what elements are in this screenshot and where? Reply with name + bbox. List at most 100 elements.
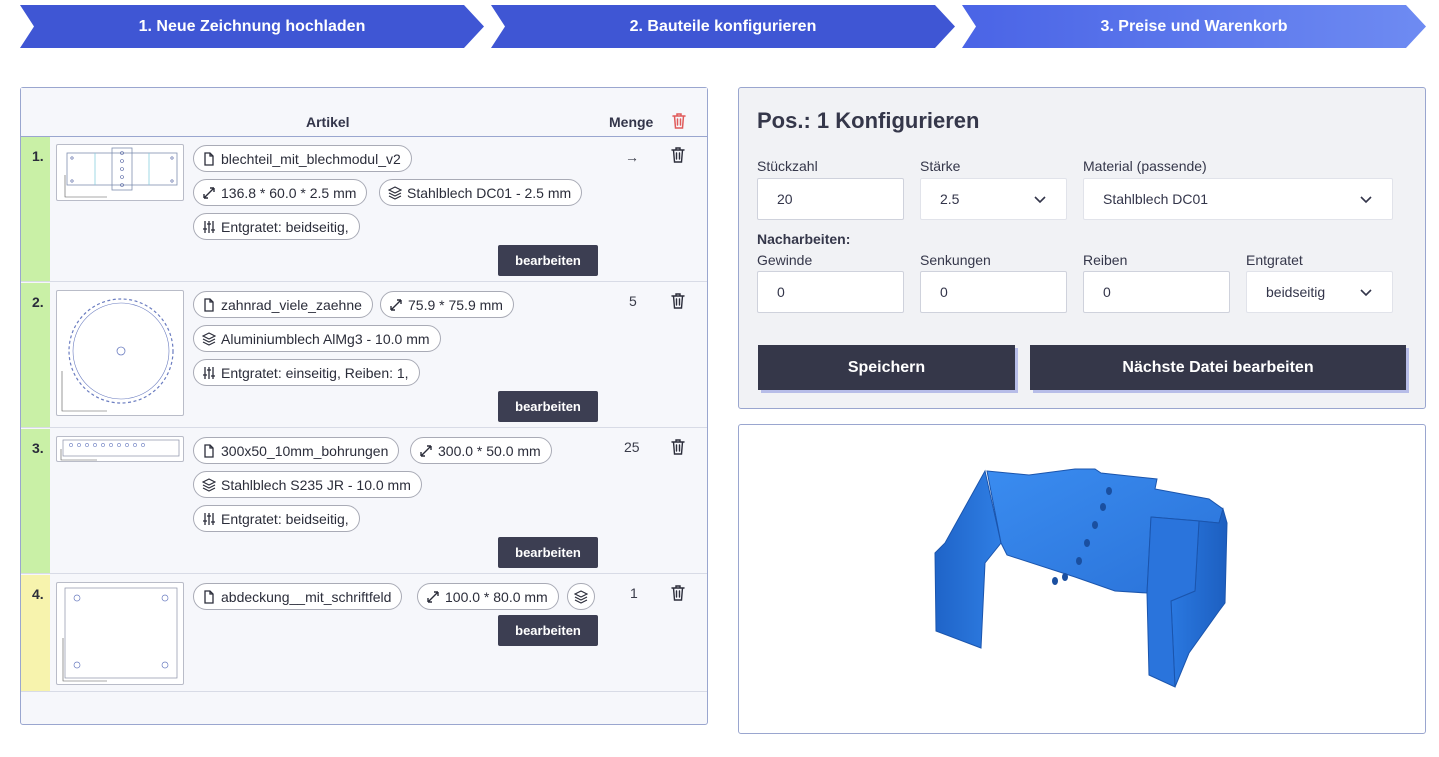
step-3-label: 3. Preise und Warenkorb bbox=[1100, 17, 1288, 35]
configuration-panel: Pos.: 1 Konfigurieren Stückzahl 20 Stärk… bbox=[738, 87, 1426, 409]
dimensions-chip: 75.9 * 75.9 mm bbox=[380, 291, 514, 318]
material-chip: Aluminiumblech AlMg3 - 10.0 mm bbox=[193, 325, 441, 352]
step-2[interactable]: 2. Bauteile konfigurieren bbox=[491, 5, 955, 48]
file-name-chip: 300x50_10mm_bohrungen bbox=[193, 437, 400, 464]
file-name: zahnrad_viele_zaehne bbox=[221, 296, 362, 313]
quantity: 5 bbox=[629, 293, 637, 309]
step-2-label: 2. Bauteile konfigurieren bbox=[629, 17, 817, 35]
step-3[interactable]: 3. Preise und Warenkorb bbox=[962, 5, 1426, 48]
config-title: Pos.: 1 Konfigurieren bbox=[757, 108, 980, 133]
step-1-label: 1. Neue Zeichnung hochladen bbox=[138, 17, 366, 35]
header-artikel: Artikel bbox=[306, 114, 350, 130]
reiben-input[interactable]: 0 bbox=[1083, 271, 1230, 313]
edit-button[interactable]: bearbeiten bbox=[498, 615, 598, 646]
reiben-label: Reiben bbox=[1083, 252, 1128, 268]
staerke-label: Stärke bbox=[920, 158, 961, 174]
post-processing: Entgratet: einseitig, Reiben: 1, bbox=[221, 364, 409, 381]
senkungen-input[interactable]: 0 bbox=[920, 271, 1067, 313]
drawing-preview bbox=[60, 439, 180, 461]
edit-button[interactable]: bearbeiten bbox=[498, 537, 598, 568]
next-file-button[interactable]: Nächste Datei bearbeiten bbox=[1030, 345, 1406, 390]
file-name: blechteil_mit_blechmodul_v2 bbox=[221, 150, 401, 167]
trash-icon[interactable] bbox=[671, 147, 685, 163]
staerke-select[interactable]: 2.5 bbox=[920, 178, 1067, 220]
quantity: 1 bbox=[630, 585, 638, 601]
resize-arrows-icon bbox=[420, 444, 432, 457]
material-label: Material (passende) bbox=[1083, 158, 1207, 174]
dimensions: 300.0 * 50.0 mm bbox=[438, 442, 541, 459]
drawing-preview bbox=[61, 298, 174, 412]
trash-icon[interactable] bbox=[671, 585, 685, 601]
table-row: 1. blechteil_mit_blechmodul_v2 136.8 * 6… bbox=[21, 137, 707, 282]
drawing-thumbnail[interactable] bbox=[56, 290, 184, 416]
sliders-icon bbox=[203, 366, 215, 379]
quantity: 25 bbox=[624, 439, 640, 455]
file-name: abdeckung__mit_schriftfeld bbox=[221, 588, 392, 605]
material-chip: Stahlblech DC01 - 2.5 mm bbox=[379, 179, 583, 206]
drawing-preview bbox=[62, 587, 178, 682]
material: Stahlblech DC01 - 2.5 mm bbox=[407, 184, 572, 201]
3d-viewer[interactable] bbox=[738, 424, 1426, 734]
step-1[interactable]: 1. Neue Zeichnung hochladen bbox=[20, 5, 484, 48]
header-menge: Menge bbox=[609, 114, 654, 130]
layers-icon bbox=[388, 185, 402, 200]
senkungen-label: Senkungen bbox=[920, 252, 991, 268]
dimensions-chip: 136.8 * 60.0 * 2.5 mm bbox=[193, 179, 368, 206]
resize-arrows-icon bbox=[203, 186, 215, 199]
chevron-down-icon bbox=[1360, 196, 1372, 204]
chevron-down-icon bbox=[1360, 289, 1372, 297]
edit-button[interactable]: bearbeiten bbox=[498, 245, 598, 276]
3d-part-model bbox=[934, 468, 1228, 688]
nacharbeiten-label: Nacharbeiten: bbox=[757, 231, 851, 247]
table-row: 2. zahnrad_viele_zaehne 75.9 * 75.9 mm A… bbox=[21, 283, 707, 428]
arrow-right-icon[interactable]: → bbox=[625, 149, 639, 165]
post-processing: Entgratet: beidseitig, bbox=[221, 510, 349, 527]
entgratet-value: beidseitig bbox=[1266, 284, 1326, 300]
entgratet-select[interactable]: beidseitig bbox=[1246, 271, 1393, 313]
staerke-value: 2.5 bbox=[940, 191, 960, 207]
material-select[interactable]: Stahlblech DC01 bbox=[1083, 178, 1393, 220]
delete-all-trash-icon[interactable] bbox=[671, 112, 687, 130]
file-icon bbox=[204, 443, 214, 458]
table-row: 3. 300x50_10mm_bohrungen 300.0 * 50.0 mm… bbox=[21, 429, 707, 574]
dimensions-chip: 100.0 * 80.0 mm bbox=[417, 583, 559, 610]
file-icon bbox=[204, 151, 214, 166]
edit-button[interactable]: bearbeiten bbox=[498, 391, 598, 422]
material: Stahlblech S235 JR - 10.0 mm bbox=[221, 476, 411, 493]
material: Aluminiumblech AlMg3 - 10.0 mm bbox=[221, 330, 430, 347]
drawing-thumbnail[interactable] bbox=[56, 582, 184, 685]
material-value: Stahlblech DC01 bbox=[1103, 191, 1209, 207]
drawing-thumbnail[interactable] bbox=[56, 144, 184, 201]
material-chip-empty[interactable] bbox=[567, 583, 595, 610]
row-number: 4. bbox=[21, 575, 50, 691]
layers-icon bbox=[574, 589, 588, 604]
stueckzahl-input[interactable]: 20 bbox=[757, 178, 904, 220]
sliders-icon bbox=[203, 512, 215, 525]
dimensions: 75.9 * 75.9 mm bbox=[408, 296, 503, 313]
post-processing: Entgratet: beidseitig, bbox=[221, 218, 349, 235]
dimensions: 100.0 * 80.0 mm bbox=[445, 588, 548, 605]
dimensions-chip: 300.0 * 50.0 mm bbox=[410, 437, 552, 464]
drawing-thumbnail[interactable] bbox=[56, 436, 184, 462]
file-icon bbox=[204, 297, 214, 312]
sliders-icon bbox=[203, 220, 215, 233]
resize-arrows-icon bbox=[427, 590, 439, 603]
gewinde-input[interactable]: 0 bbox=[757, 271, 904, 313]
row-number: 1. bbox=[21, 137, 50, 281]
trash-icon[interactable] bbox=[671, 439, 685, 455]
file-name-chip: zahnrad_viele_zaehne bbox=[193, 291, 373, 318]
post-processing-chip: Entgratet: beidseitig, bbox=[193, 213, 360, 240]
file-icon bbox=[204, 589, 214, 604]
save-button[interactable]: Speichern bbox=[758, 345, 1015, 390]
layers-icon bbox=[202, 331, 216, 346]
material-chip: Stahlblech S235 JR - 10.0 mm bbox=[193, 471, 422, 498]
trash-icon[interactable] bbox=[671, 293, 685, 309]
file-name: 300x50_10mm_bohrungen bbox=[221, 442, 389, 459]
table-header: Artikel Menge bbox=[21, 88, 707, 137]
drawing-preview bbox=[64, 147, 178, 198]
post-processing-chip: Entgratet: einseitig, Reiben: 1, bbox=[193, 359, 420, 386]
entgratet-label: Entgratet bbox=[1246, 252, 1303, 268]
file-name-chip: blechteil_mit_blechmodul_v2 bbox=[193, 145, 412, 172]
resize-arrows-icon bbox=[390, 298, 402, 311]
row-number: 3. bbox=[21, 429, 50, 573]
